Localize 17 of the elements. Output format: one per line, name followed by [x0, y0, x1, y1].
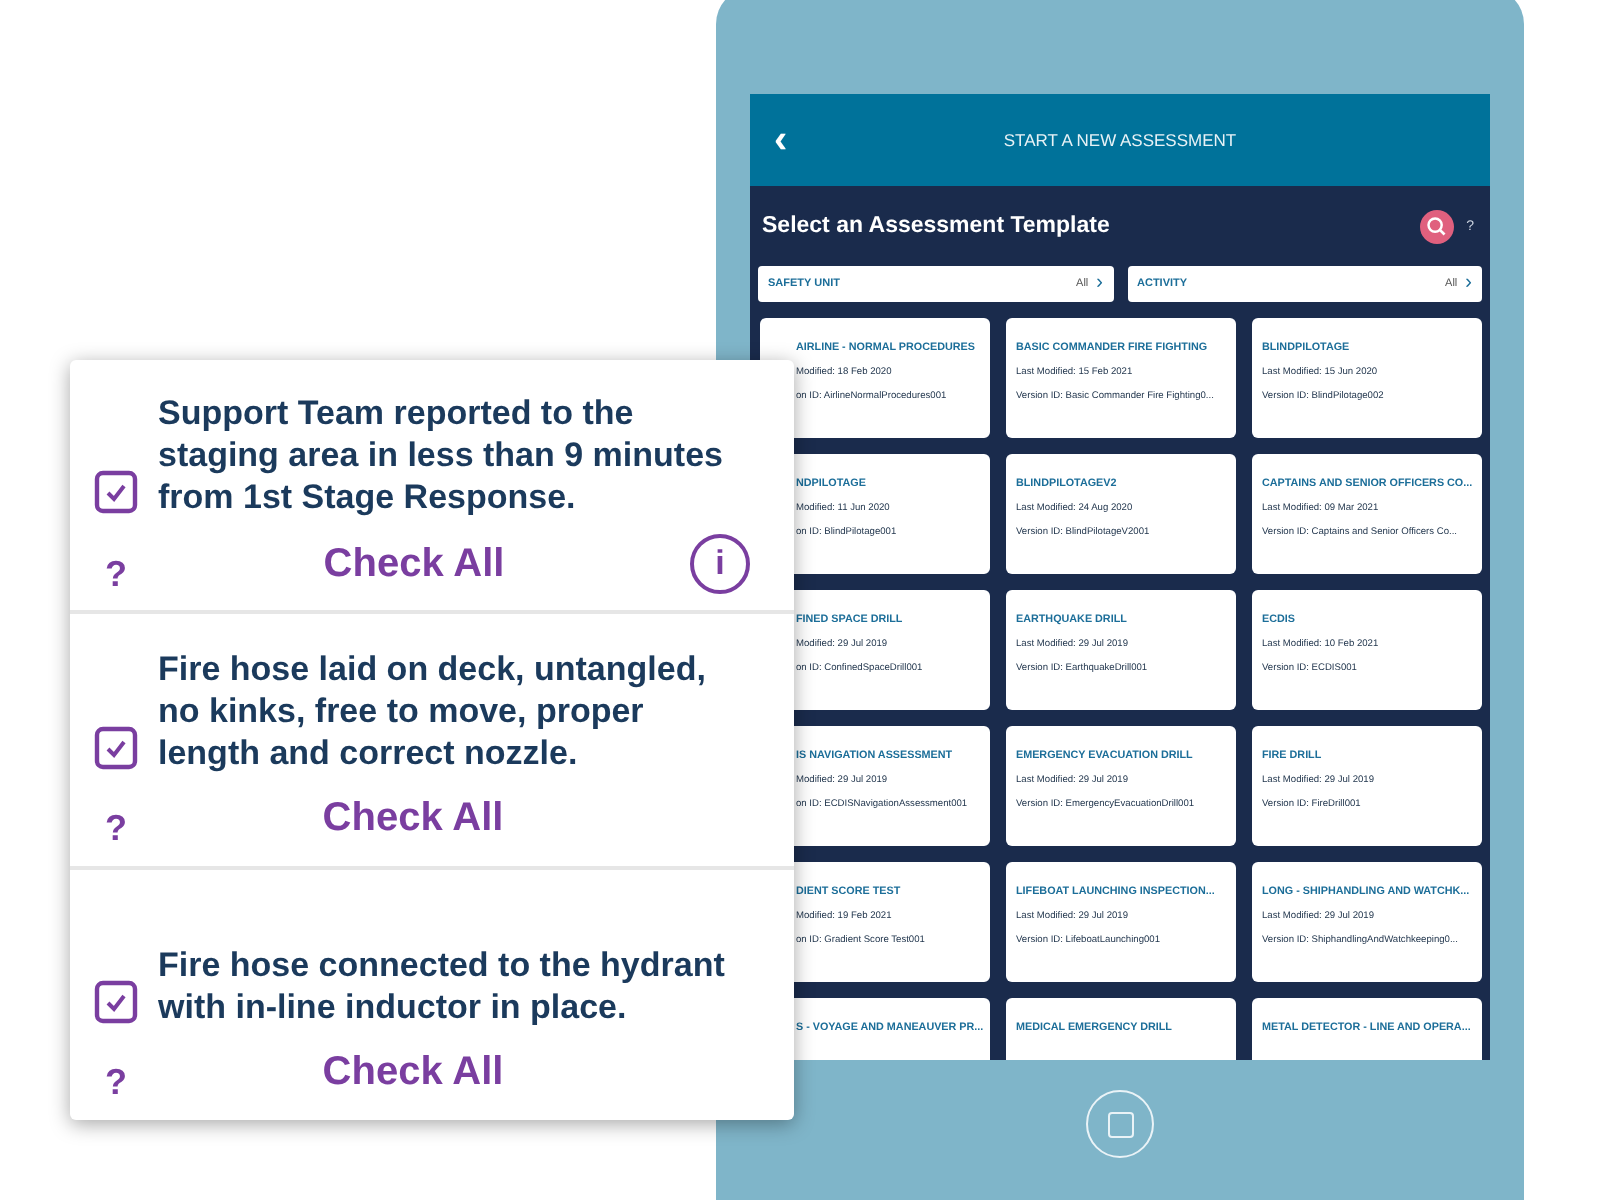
section-heading: Select an Assessment Template: [762, 214, 1112, 238]
help-link[interactable]: ?: [94, 808, 138, 851]
check-all-button[interactable]: Check All: [138, 1050, 688, 1097]
help-link[interactable]: ?: [94, 553, 138, 596]
checkbox[interactable]: [94, 470, 138, 515]
checkbox[interactable]: [94, 979, 138, 1024]
checklist-text: Support Team reported to the staging area in less than 9 minutes from 1st Stage Response.: [158, 392, 725, 519]
screen-title: START A NEW ASSESSMENT: [1001, 130, 1239, 150]
search-icon[interactable]: [1420, 209, 1455, 243]
check-all-button[interactable]: Check All: [138, 796, 688, 843]
info-button[interactable]: i: [690, 534, 750, 595]
help-link[interactable]: ?: [94, 1062, 138, 1105]
checkbox[interactable]: [94, 725, 138, 770]
check-all-button[interactable]: Check All: [138, 541, 690, 588]
checklist-text: Fire hose laid on deck, untangled, no kinks, free to move, proper length and correct nozzle.: [158, 647, 708, 774]
back-button[interactable]: ‹: [766, 120, 796, 160]
checklist-text: Fire hose connected to the hydrant with in-line inductor in place.: [158, 943, 727, 1028]
